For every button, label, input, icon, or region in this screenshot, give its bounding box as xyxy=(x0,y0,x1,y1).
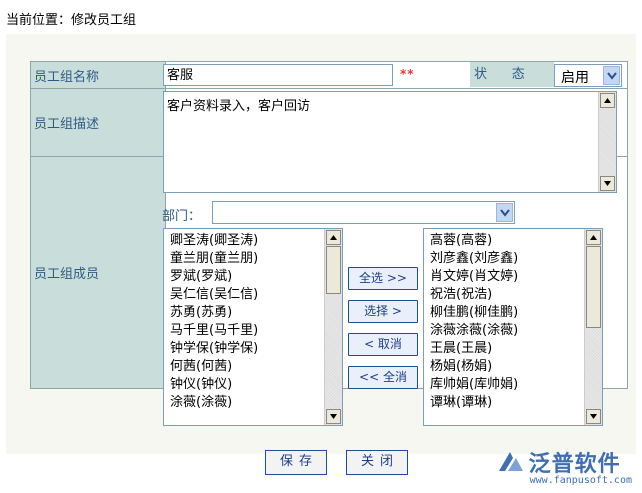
list-item[interactable]: 涂薇涂薇(涂薇) xyxy=(424,322,602,340)
list-item[interactable]: 杨娟(杨娟) xyxy=(424,358,602,376)
list-item[interactable]: 王晨(王晨) xyxy=(424,340,602,358)
required-mark: ** xyxy=(400,67,415,81)
scroll-up-icon[interactable] xyxy=(586,230,601,245)
cancel-all-button[interactable]: << 全消 xyxy=(348,366,418,389)
group-desc-textarea[interactable]: 客户资料录入，客户回访 xyxy=(163,91,617,193)
group-members-label: 员工组成员 xyxy=(30,156,166,389)
list-item[interactable]: 钟仪(钟仪) xyxy=(164,376,342,394)
scroll-up-icon[interactable] xyxy=(600,93,615,108)
list-item[interactable]: 高蓉(高蓉) xyxy=(424,232,602,250)
list-item[interactable]: 涂薇(涂薇) xyxy=(164,394,342,412)
desc-scrollbar[interactable] xyxy=(598,92,616,192)
scroll-thumb[interactable] xyxy=(326,246,341,294)
available-members-list[interactable]: 卿圣涛(卿圣涛) 童兰朋(童兰朋) 罗斌(罗斌) 吴仁信(吴仁信) 苏勇(苏勇)… xyxy=(163,228,343,426)
list-item[interactable]: 肖文婷(肖文婷) xyxy=(424,268,602,286)
select-all-button[interactable]: 全选 >> xyxy=(348,267,418,290)
close-button[interactable]: 关闭 xyxy=(346,450,408,475)
list-item[interactable]: 钟学保(钟学保) xyxy=(164,340,342,358)
list-item[interactable]: 马千里(马千里) xyxy=(164,322,342,340)
state-select[interactable]: 启用 xyxy=(554,64,622,87)
scroll-up-icon[interactable] xyxy=(326,230,341,245)
scroll-down-icon[interactable] xyxy=(586,409,601,424)
selected-members-list[interactable]: 高蓉(高蓉) 刘彦鑫(刘彦鑫) 肖文婷(肖文婷) 祝浩(祝浩) 柳佳鹏(柳佳鹏)… xyxy=(423,228,603,426)
list-item[interactable]: 卿圣涛(卿圣涛) xyxy=(164,232,342,250)
list-item[interactable]: 苏勇(苏勇) xyxy=(164,304,342,322)
chevron-down-icon[interactable] xyxy=(496,203,513,222)
breadcrumb: 当前位置：修改员工组 xyxy=(6,13,137,28)
available-scrollbar[interactable] xyxy=(324,229,342,425)
dept-select[interactable] xyxy=(212,201,515,224)
list-item[interactable]: 刘彦鑫(刘彦鑫) xyxy=(424,250,602,268)
list-item[interactable]: 谭琳(谭琳) xyxy=(424,394,602,412)
save-button[interactable]: 保存 xyxy=(265,450,327,475)
list-item[interactable]: 库帅娟(库帅娟) xyxy=(424,376,602,394)
state-label: 状 态 xyxy=(470,62,554,87)
group-name-input[interactable]: 客服 xyxy=(163,64,393,86)
logo-icon xyxy=(498,452,523,471)
list-item[interactable]: 吴仁信(吴仁信) xyxy=(164,286,342,304)
cancel-button[interactable]: < 取消 xyxy=(348,333,418,356)
group-desc-text: 客户资料录入，客户回访 xyxy=(167,99,311,114)
brand-logo: 泛普软件 www.fanpusoft.com xyxy=(496,446,632,486)
logo-url: www.fanpusoft.com xyxy=(529,475,632,486)
selected-scrollbar[interactable] xyxy=(584,229,602,425)
select-button[interactable]: 选择 > xyxy=(348,300,418,323)
scroll-down-icon[interactable] xyxy=(600,176,615,191)
scroll-thumb[interactable] xyxy=(586,246,601,328)
state-value: 启用 xyxy=(561,70,589,86)
chevron-down-icon[interactable] xyxy=(603,66,620,85)
dept-label: 部门： xyxy=(162,209,202,224)
list-item[interactable]: 何茜(何茜) xyxy=(164,358,342,376)
logo-name: 泛普软件 xyxy=(528,452,621,477)
list-item[interactable]: 罗斌(罗斌) xyxy=(164,268,342,286)
scroll-down-icon[interactable] xyxy=(326,409,341,424)
group-name-label: 员工组名称 xyxy=(30,61,166,89)
list-item[interactable]: 童兰朋(童兰朋) xyxy=(164,250,342,268)
group-desc-label: 员工组描述 xyxy=(30,88,166,157)
list-item[interactable]: 祝浩(祝浩) xyxy=(424,286,602,304)
list-item[interactable]: 柳佳鹏(柳佳鹏) xyxy=(424,304,602,322)
